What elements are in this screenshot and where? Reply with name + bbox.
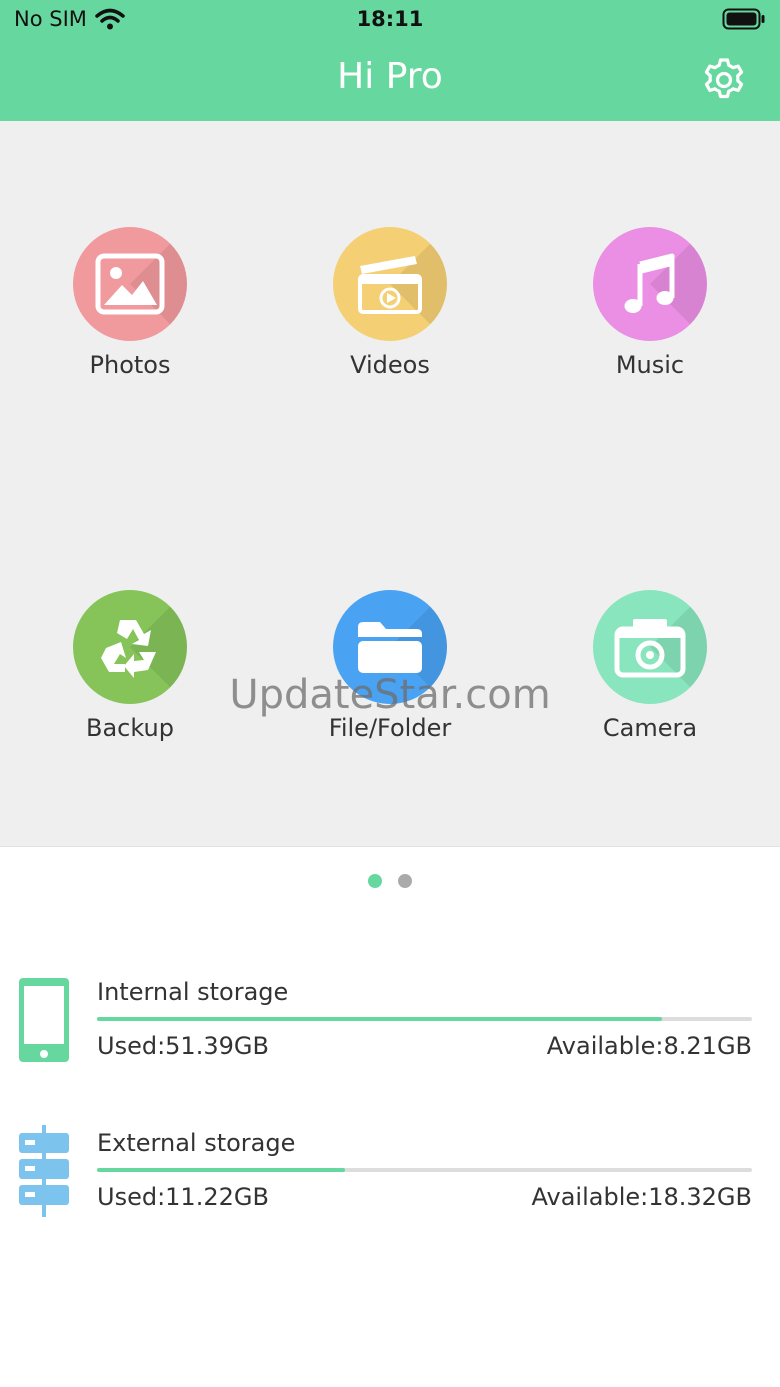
- tile-music[interactable]: Music: [550, 227, 750, 397]
- page-indicator: [0, 874, 780, 888]
- recycle-icon: [101, 620, 156, 678]
- internal-storage[interactable]: Internal storage Used:51.39GB Available:…: [0, 972, 780, 1082]
- tile-videos-circle: [333, 227, 447, 341]
- page-dot-1[interactable]: [368, 874, 382, 888]
- storage-progress-fill: [97, 1168, 345, 1172]
- clock: 18:11: [356, 7, 424, 31]
- tile-photos[interactable]: Photos: [30, 227, 230, 397]
- tile-label: Music: [615, 351, 685, 379]
- tile-videos[interactable]: Videos: [290, 227, 490, 397]
- storage-title: Internal storage: [97, 978, 289, 1006]
- tile-label: Photos: [89, 351, 171, 379]
- external-storage[interactable]: External storage Used:11.22GB Available:…: [0, 1123, 780, 1233]
- storage-progress-bar: [97, 1168, 752, 1172]
- storage-used: Used:11.22GB: [97, 1183, 269, 1211]
- page-title: Hi Pro: [337, 56, 443, 97]
- storage-title: External storage: [97, 1129, 296, 1157]
- storage-available: Available:8.21GB: [546, 1032, 752, 1060]
- storage-progress-fill: [97, 1017, 662, 1021]
- storage-available: Available:18.32GB: [531, 1183, 753, 1211]
- nav-bar: Hi Pro: [0, 40, 780, 121]
- clapperboard-icon: [358, 256, 422, 314]
- storage-used: Used:51.39GB: [97, 1032, 269, 1060]
- music-note-icon: [624, 253, 675, 313]
- tile-label: Camera: [602, 714, 698, 742]
- tile-label: File/Folder: [328, 714, 452, 742]
- tile-photos-circle: [73, 227, 187, 341]
- tile-music-circle: [593, 227, 707, 341]
- feature-grid: Photos Videos Music Backup File/Folder C…: [0, 121, 780, 847]
- photo-icon: [95, 253, 165, 315]
- status-bar: No SIM 18:11: [0, 0, 780, 40]
- page-dot-2[interactable]: [398, 874, 412, 888]
- tile-label: Videos: [350, 351, 430, 379]
- camera-icon: [614, 619, 686, 678]
- gear-icon[interactable]: [700, 56, 748, 104]
- phone-icon: [19, 978, 69, 1062]
- tile-label: Backup: [86, 714, 174, 742]
- server-icon: [19, 1125, 69, 1217]
- storage-progress-bar: [97, 1017, 752, 1021]
- battery-icon: [722, 8, 765, 30]
- folder-icon: [358, 622, 422, 673]
